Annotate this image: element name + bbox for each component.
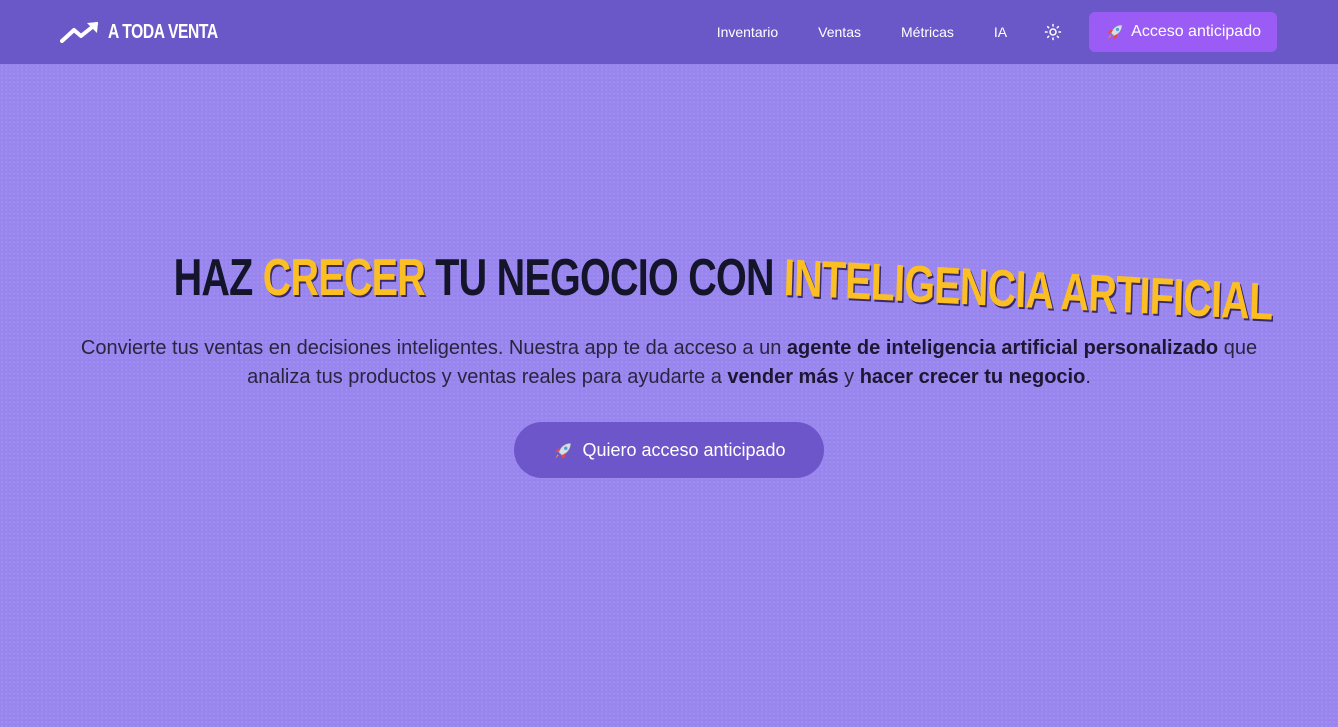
early-access-button[interactable]: Acceso anticipado xyxy=(1089,12,1277,52)
subtitle-text: . xyxy=(1085,366,1091,388)
theme-toggle-button[interactable] xyxy=(1043,22,1063,42)
hero-title-part1: HAZ xyxy=(173,249,254,307)
main-nav: Inventario Ventas Métricas IA Acceso ant… xyxy=(717,12,1277,52)
trending-up-icon xyxy=(60,21,100,43)
nav-link-ia[interactable]: IA xyxy=(994,24,1007,40)
hero-early-access-button[interactable]: Quiero acceso anticipado xyxy=(514,422,824,478)
nav-link-inventario[interactable]: Inventario xyxy=(717,24,778,40)
hero-title-highlight-crecer: CRECER xyxy=(262,249,426,307)
nav-link-ventas[interactable]: Ventas xyxy=(818,24,861,40)
early-access-label: Acceso anticipado xyxy=(1131,23,1261,40)
rocket-icon xyxy=(552,440,572,460)
subtitle-bold-agent: agente de inteligencia artificial person… xyxy=(786,337,1219,359)
subtitle-bold-sell: vender más xyxy=(727,366,839,388)
hero-title-highlight-ia: INTELIGENCIA ARTIFICIAL xyxy=(783,249,1274,332)
hero-title-part2: TU NEGOCIO CON xyxy=(435,249,774,307)
hero-subtitle: Convierte tus ventas en decisiones intel… xyxy=(50,334,1288,392)
nav-link-metricas[interactable]: Métricas xyxy=(901,24,954,40)
rocket-icon xyxy=(1105,22,1125,42)
subtitle-text: Convierte tus ventas en decisiones intel… xyxy=(80,337,787,359)
hero-cta-label: Quiero acceso anticipado xyxy=(582,439,786,460)
brand-name: A TODA VENTA xyxy=(108,20,218,43)
hero-title: HAZ CRECER TU NEGOCIO CON INTELIGENCIA A… xyxy=(0,246,1338,332)
subtitle-text: y xyxy=(838,366,860,388)
sun-icon xyxy=(1044,23,1062,41)
subtitle-bold-grow: hacer crecer tu negocio xyxy=(859,366,1086,388)
brand-logo[interactable]: A TODA VENTA xyxy=(60,18,249,46)
top-navbar: A TODA VENTA Inventario Ventas Métricas … xyxy=(0,0,1338,64)
